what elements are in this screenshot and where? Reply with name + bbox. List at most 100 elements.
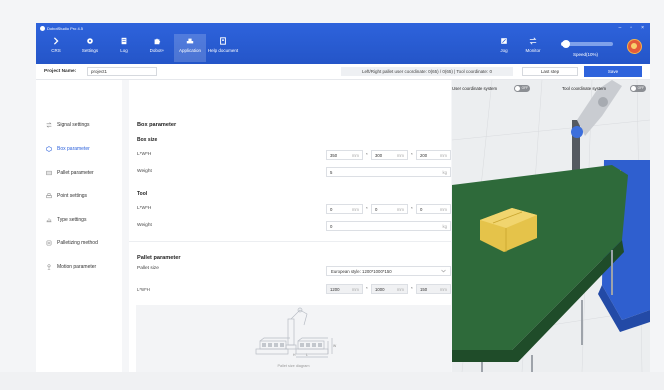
tool-coordinate-toggle[interactable]: OFF [630,85,646,92]
motion-icon [47,264,51,270]
sidebar-item-label: Motion parameter [57,264,97,270]
sidebar-item-label: Signal settings [57,122,90,128]
top-margin [0,0,664,23]
box-height-field[interactable]: 200 mm [416,150,451,160]
emergency-stop-button[interactable] [627,39,642,54]
nav-help-document[interactable]: Help document [206,34,240,62]
nav-monitor-label: Monitor [525,48,541,53]
nav-log[interactable]: Log [114,34,134,62]
pallet-height-value: 150 [420,286,428,292]
nav-crs[interactable]: CRS [46,34,66,62]
tool-width-field[interactable]: 0 mm [371,204,408,214]
help-document-icon [220,37,226,45]
tool-weight-unit: kg [442,223,447,229]
gear-icon [87,38,93,44]
pallet-dims-label: L*W*H [137,287,150,292]
pallet-size-select[interactable]: European style: 1200*1000*150 [326,266,451,276]
tool-width-value: 0 [375,206,378,212]
tool-weight-field[interactable]: 0 kg [326,221,451,231]
project-name-input[interactable]: project1 [87,67,157,76]
box-length-field[interactable]: 350 mm [326,150,363,160]
close-icon[interactable]: × [641,25,644,31]
times-sign: * [411,286,413,291]
tool-height-field[interactable]: 0 mm [416,204,451,214]
type-icon [46,218,52,223]
sidebar-item-motion-parameter[interactable]: Motion parameter [46,262,96,272]
sidebar-item-signal-settings[interactable]: Signal settings [46,120,90,130]
pallet-height-field: 150 mm [416,284,451,294]
tool-weight-value: 0 [330,223,333,229]
toggle-state: OFF [637,86,644,90]
pallet-size-value: European style: 1200*1000*150 [331,268,392,274]
times-sign: * [366,286,368,291]
nav-jog[interactable]: Jog [494,34,514,62]
box-parameter-title: Box parameter [137,122,177,128]
app-logo-icon [40,26,45,31]
times-sign: * [411,206,413,211]
3d-simulation-view[interactable]: User coordinate system OFF Tool coordina… [452,80,650,372]
sidebar-item-label: Pallet parameter [57,170,94,176]
project-name-label: Project Name: [44,69,77,74]
pallet-size-diagram: H L W Pallet size diagram [136,305,451,372]
sidebar-item-type-settings[interactable]: Type settings [46,215,86,225]
sidebar-item-pallet-parameter[interactable]: Pallet parameter [46,168,94,178]
box-weight-unit: kg [442,169,447,175]
pallet-parameter-title: Pallet parameter [137,255,181,261]
pallet-icon [46,170,52,176]
sidebar-item-palletizing-method[interactable]: Palletizing method [46,238,98,248]
log-icon [121,37,127,45]
sidebar-item-box-parameter[interactable]: Box parameter [46,144,90,154]
nav-log-label: Log [120,48,128,53]
times-sign: * [366,152,368,157]
nav-dobot-plus-label: Dobot+ [149,48,165,53]
save-button[interactable]: Save [584,66,642,77]
main-content: Box parameter Box size L*W*H 350 mm * 30… [122,80,452,372]
tool-length-field[interactable]: 0 mm [326,204,363,214]
parameter-panel: Box parameter Box size L*W*H 350 mm * 30… [129,80,451,372]
box-width-field[interactable]: 300 mm [371,150,408,160]
nav-application-label: Application [178,48,201,53]
box-height-value: 200 [420,152,428,158]
nav-settings[interactable]: Settings [78,34,102,62]
toggle-state: OFF [521,86,528,90]
maximize-icon[interactable]: ▫ [630,25,632,31]
project-bar: Project Name: project1 Left/Right pallet… [36,64,650,80]
sidebar-item-point-settings[interactable]: Point settings [46,191,87,201]
box-length-value: 350 [330,152,338,158]
tool-dims-label: L*W*H [137,206,152,211]
minimize-icon[interactable]: – [619,25,622,31]
user-coordinate-label: User coordinate system [452,86,498,91]
application-icon [186,38,194,44]
sidebar-item-label: Box parameter [57,146,90,152]
diagram-label-l: L [306,353,308,357]
box-width-unit: mm [396,152,404,158]
last-step-button[interactable]: Last step [522,67,578,76]
nav-help-document-label: Help document [207,48,239,53]
speed-label: Speed(10%) [573,52,599,57]
user-coordinate-toggle[interactable]: OFF [514,85,530,92]
box-weight-field[interactable]: 5 kg [326,167,451,177]
nav-application[interactable]: Application [174,34,206,62]
pallet-width-unit: mm [396,286,404,292]
times-sign: * [366,206,368,211]
diagram-label-w: W [333,344,337,348]
pallet-length-unit: mm [351,286,359,292]
tool-title: Tool [137,191,148,197]
tool-weight-label: Weight [137,223,152,228]
pallet-width-field: 1000 mm [371,284,408,294]
nav-crs-label: CRS [51,48,61,53]
speed-slider-handle[interactable] [562,40,571,48]
pallet-coordinate-info: Left/Right pallet user coordinate: 0(65)… [341,67,513,76]
tool-width-unit: mm [396,206,404,212]
tool-length-value: 0 [330,206,333,212]
pallet-length-value: 1200 [330,286,340,292]
nav-monitor[interactable]: Monitor [520,34,546,62]
nav-dobot-plus[interactable]: Dobot+ [144,34,170,62]
jog-icon [501,38,507,44]
sidebar: Signal settings Box parameter Pallet par… [36,80,122,372]
pallet-diagram-illustration: H L W [255,307,337,358]
pallet-width-value: 1000 [375,286,385,292]
box-weight-value: 5 [330,169,333,175]
pallet-height-unit: mm [439,286,447,292]
tool-coordinate-label: Tool coordinate system [562,86,606,91]
